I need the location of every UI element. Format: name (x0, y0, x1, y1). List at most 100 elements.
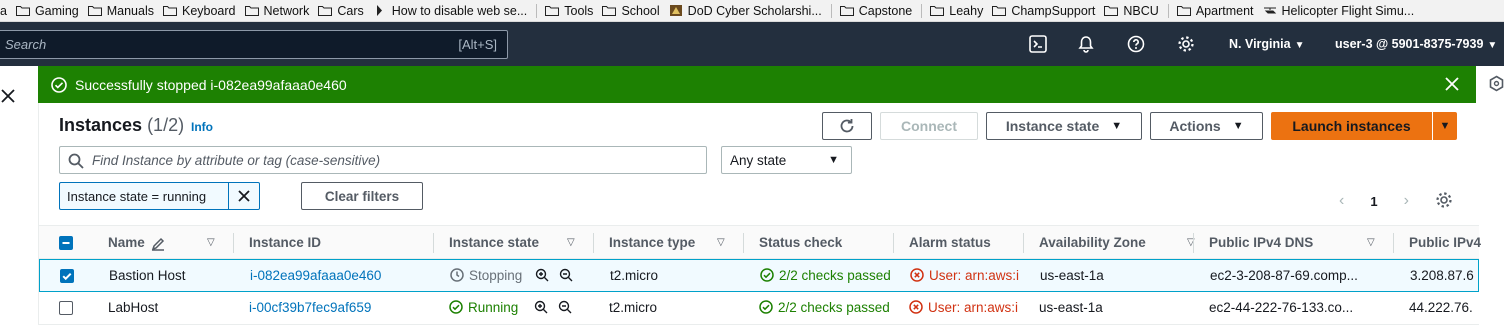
bookmark-folder-gaming[interactable]: Gaming (12, 0, 84, 21)
bookmark-folder-apartment[interactable]: Apartment (1173, 0, 1259, 21)
region-label: N. Virginia (1229, 37, 1291, 51)
bookmark-site-helicopter[interactable]: Helicopter Flight Simu... (1259, 0, 1420, 21)
state-filter-select[interactable]: Any state ▼ (721, 146, 852, 174)
sort-caret-icon[interactable]: ▽ (207, 237, 215, 248)
folder-icon (992, 6, 1007, 16)
dismiss-icon[interactable] (1444, 76, 1460, 92)
close-icon[interactable] (0, 86, 18, 106)
bookmark-label: Manuals (106, 3, 154, 18)
alarm-label: User: arn:aws:i (929, 268, 1020, 283)
bookmark-folder-manuals[interactable]: Manuals (84, 0, 159, 21)
site-icon (669, 5, 682, 16)
account-menu[interactable]: user-3 @ 5901-8375-7939 ▼ (1335, 37, 1497, 51)
column-header-instance-type[interactable]: Instance type (609, 235, 695, 250)
cell-instance-state: Stopping (450, 268, 522, 283)
table-row[interactable]: Bastion Host i-082ea99afaaa0e460 Stoppin… (39, 259, 1479, 292)
search-input[interactable]: Search [Alt+S] (0, 30, 508, 59)
column-divider (1023, 233, 1024, 253)
bookmark-separator (1167, 3, 1169, 18)
search-icon (68, 153, 84, 169)
region-selector[interactable]: N. Virginia ▼ (1229, 37, 1305, 51)
error-x-icon (910, 268, 924, 282)
sort-caret-icon[interactable]: ▽ (717, 237, 725, 248)
gear-icon[interactable] (1177, 35, 1195, 53)
column-divider (893, 233, 894, 253)
bookmark-label: ChampSupport (1011, 3, 1096, 18)
zoom-out-icon[interactable] (558, 300, 572, 314)
bookmark-folder-cars[interactable]: Cars (314, 0, 368, 21)
actions-menu-button[interactable]: Actions ▼ (1150, 112, 1263, 140)
success-check-icon (759, 300, 773, 314)
refresh-button[interactable] (822, 112, 872, 140)
page-icon (376, 5, 382, 16)
connect-button[interactable]: Connect (880, 112, 978, 140)
bookmark-folder-capstone[interactable]: Capstone (836, 0, 918, 21)
folder-icon (162, 6, 177, 16)
info-link[interactable]: Info (191, 120, 213, 134)
bookmark-folder-school[interactable]: School (598, 0, 664, 21)
edit-pencil-icon[interactable] (151, 237, 165, 251)
bookmark-page-disable-web[interactable]: How to disable web se... (369, 0, 533, 21)
sort-caret-icon[interactable]: ▽ (1367, 237, 1375, 248)
bookmark-folder-champsupport[interactable]: ChampSupport (988, 0, 1100, 21)
launch-instances-button[interactable]: Launch instances (1271, 112, 1432, 140)
cloudshell-icon[interactable] (1029, 35, 1047, 53)
bookmark-label: NBCU (1123, 3, 1159, 18)
page-number[interactable]: 1 (1370, 194, 1377, 209)
column-divider (593, 233, 594, 253)
pending-clock-icon (450, 268, 464, 282)
bookmark-label: Keyboard (181, 3, 236, 18)
zoom-out-icon[interactable] (559, 268, 573, 282)
caret-down-icon: ▼ (1439, 120, 1451, 132)
cell-instance-id-link[interactable]: i-00cf39b7fec9af659 (249, 300, 371, 315)
column-header-alarm-status[interactable]: Alarm status (909, 235, 991, 250)
prev-page-icon[interactable]: ‹ (1339, 192, 1344, 210)
table-settings-gear-icon[interactable] (1435, 191, 1453, 209)
column-header-availability-zone[interactable]: Availability Zone (1039, 235, 1146, 250)
bookmark-folder-tools[interactable]: Tools (541, 0, 598, 21)
cell-instance-id-link[interactable]: i-082ea99afaaa0e460 (250, 268, 381, 283)
instance-state-menu-button[interactable]: Instance state ▼ (986, 112, 1142, 140)
account-label: user-3 @ 5901-8375-7939 (1335, 37, 1484, 51)
notifications-bell-icon[interactable] (1077, 35, 1095, 53)
remove-token-button[interactable] (229, 183, 259, 209)
bookmark-site-dod[interactable]: DoD Cyber Scholarshi... (665, 0, 827, 21)
bookmark-folder-nbcu[interactable]: NBCU (1100, 0, 1163, 21)
cell-instance-state: Running (449, 300, 518, 315)
filter-token-label[interactable]: Instance state = running (60, 183, 230, 209)
column-divider (743, 233, 744, 253)
bookmark-label: Tools (564, 3, 594, 18)
column-header-instance-state[interactable]: Instance state (449, 235, 539, 250)
table-row[interactable]: LabHost i-00cf39b7fec9af659 Running t2.m… (39, 292, 1479, 325)
search-filter-input[interactable]: Find Instance by attribute or tag (case-… (59, 146, 707, 174)
launch-dropdown-button[interactable]: ▼ (1433, 112, 1457, 140)
success-check-icon (449, 300, 463, 314)
bookmark-label: Leahy (949, 3, 984, 18)
success-check-icon (51, 76, 67, 93)
table-header: Name ▽ Instance ID Instance state ▽ Inst… (39, 225, 1481, 259)
help-icon[interactable] (1127, 35, 1145, 53)
success-flash-banner: Successfully stopped i-082ea99afaaa0e460 (38, 66, 1476, 103)
next-page-icon[interactable]: › (1404, 192, 1409, 210)
bookmark-label: Gaming (34, 3, 79, 18)
bookmark-folder-keyboard[interactable]: Keyboard (159, 0, 241, 21)
caret-down-icon: ▼ (1232, 120, 1244, 132)
column-header-public-ipv4[interactable]: Public IPv4 (1409, 235, 1481, 250)
column-header-public-ipv4-dns[interactable]: Public IPv4 DNS (1209, 235, 1313, 250)
row-checkbox[interactable] (59, 301, 73, 315)
bookmark-item[interactable]: a (0, 0, 12, 21)
sort-caret-icon[interactable]: ▽ (567, 237, 575, 248)
zoom-in-icon[interactable] (534, 300, 548, 314)
zoom-in-icon[interactable] (535, 268, 549, 282)
column-header-name[interactable]: Name (108, 235, 145, 250)
row-checkbox[interactable] (60, 269, 74, 283)
search-placeholder: Search (5, 37, 47, 52)
bookmark-folder-leahy[interactable]: Leahy (926, 0, 988, 21)
column-header-instance-id[interactable]: Instance ID (249, 235, 321, 250)
select-all-checkbox[interactable] (59, 236, 73, 250)
cell-public-dns: ec2-44-222-76-133.co... (1209, 300, 1354, 315)
bookmark-folder-network[interactable]: Network (241, 0, 315, 21)
clear-filters-button[interactable]: Clear filters (301, 182, 423, 210)
side-panel-icon[interactable] (1489, 75, 1504, 92)
column-header-status-check[interactable]: Status check (759, 235, 842, 250)
